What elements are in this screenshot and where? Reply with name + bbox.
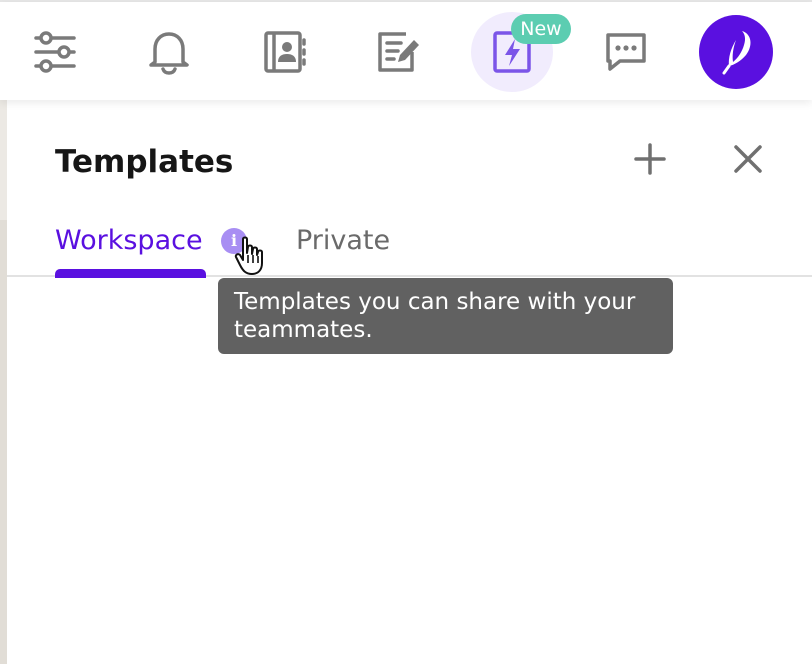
- background-edge-shade: [0, 220, 7, 664]
- chat-button[interactable]: [585, 12, 667, 92]
- active-tab-indicator: [55, 269, 206, 278]
- contacts-button[interactable]: [244, 12, 326, 92]
- close-icon: [734, 145, 762, 173]
- top-toolbar: New: [0, 2, 812, 100]
- plus-icon: [634, 143, 666, 175]
- tooltip: Templates you can share with your teamma…: [218, 278, 673, 354]
- notes-edit-icon: [378, 32, 419, 72]
- tab-workspace[interactable]: Workspace: [55, 222, 203, 260]
- add-template-button[interactable]: [628, 137, 672, 181]
- new-badge: New: [511, 14, 571, 44]
- sliders-icon: [34, 31, 76, 73]
- close-button[interactable]: [726, 137, 770, 181]
- contacts-book-icon: [264, 31, 306, 73]
- panel-title: Templates: [55, 144, 234, 180]
- notifications-button[interactable]: [128, 12, 210, 92]
- filters-button[interactable]: [14, 12, 96, 92]
- bell-icon: [149, 32, 189, 75]
- chat-bubble-icon: [606, 33, 646, 71]
- tab-private[interactable]: Private: [296, 222, 390, 260]
- templates-panel: Templates Workspace i Private Templates …: [7, 100, 812, 664]
- avatar[interactable]: [699, 15, 773, 89]
- quill-feather-icon: [722, 31, 751, 75]
- background-edge: [0, 100, 7, 664]
- tooltip-text: Templates you can share with your teamma…: [234, 289, 636, 343]
- hand-cursor-icon: [234, 236, 263, 275]
- notes-button[interactable]: [357, 12, 439, 92]
